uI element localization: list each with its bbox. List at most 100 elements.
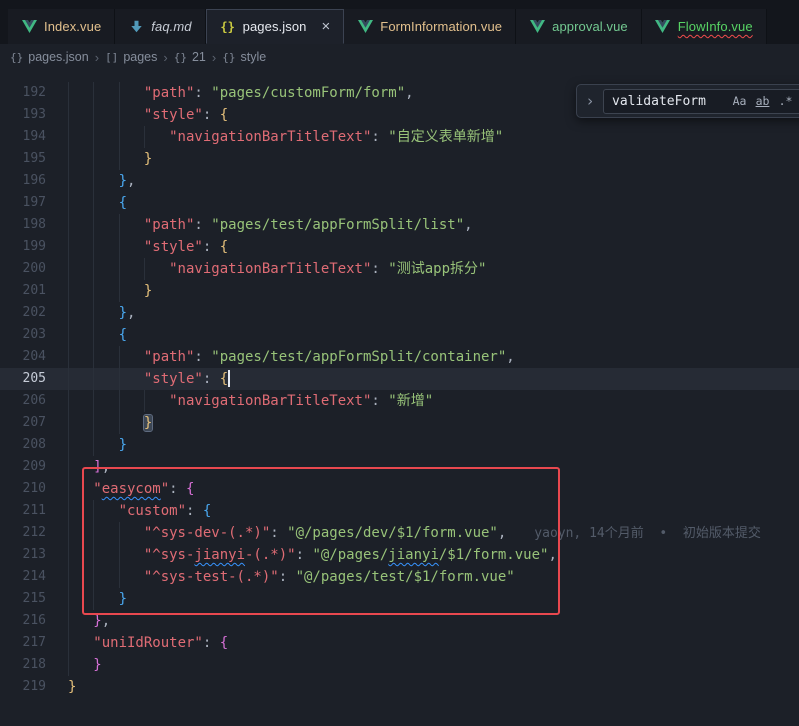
breadcrumb-item-pages-json[interactable]: {}pages.json xyxy=(10,50,89,64)
code-line-199[interactable]: 199"style": { xyxy=(0,236,799,258)
code-line-content[interactable]: "^sys-test-(.*)": "@/pages/test/$1/form.… xyxy=(46,566,515,588)
code-line-content[interactable]: } xyxy=(46,434,127,456)
code-line-218[interactable]: 218} xyxy=(0,654,799,676)
line-number[interactable]: 193 xyxy=(0,104,46,126)
code-line-208[interactable]: 208} xyxy=(0,434,799,456)
code-line-211[interactable]: 211"custom": { xyxy=(0,500,799,522)
code-line-content[interactable]: } xyxy=(46,280,152,302)
line-number[interactable]: 206 xyxy=(0,390,46,412)
tab-flowinfo-vue[interactable]: FlowInfo.vue xyxy=(642,9,767,44)
match-case-icon[interactable]: Aa xyxy=(728,91,751,111)
code-line-content[interactable]: "style": { xyxy=(46,368,230,390)
code-line-content[interactable]: "style": { xyxy=(46,104,228,126)
code-line-202[interactable]: 202}, xyxy=(0,302,799,324)
code-line-210[interactable]: 210"easycom": { xyxy=(0,478,799,500)
code-line-content[interactable]: "path": "pages/test/appFormSplit/list", xyxy=(46,214,473,236)
line-number[interactable]: 218 xyxy=(0,654,46,676)
code-line-217[interactable]: 217"uniIdRouter": { xyxy=(0,632,799,654)
line-number[interactable]: 196 xyxy=(0,170,46,192)
line-number[interactable]: 213 xyxy=(0,544,46,566)
line-number[interactable]: 216 xyxy=(0,610,46,632)
line-number[interactable]: 212 xyxy=(0,522,46,544)
code-line-209[interactable]: 209], xyxy=(0,456,799,478)
line-number[interactable]: 202 xyxy=(0,302,46,324)
code-line-213[interactable]: 213"^sys-jianyi-(.*)": "@/pages/jianyi/$… xyxy=(0,544,799,566)
code-line-196[interactable]: 196}, xyxy=(0,170,799,192)
code-line-195[interactable]: 195} xyxy=(0,148,799,170)
tab-forminformation-vue[interactable]: FormInformation.vue xyxy=(344,9,516,44)
line-number[interactable]: 205 xyxy=(0,368,46,390)
code-line-198[interactable]: 198"path": "pages/test/appFormSplit/list… xyxy=(0,214,799,236)
code-line-content[interactable]: "path": "pages/test/appFormSplit/contain… xyxy=(46,346,515,368)
code-line-content[interactable]: } xyxy=(46,588,127,610)
line-number[interactable]: 219 xyxy=(0,676,46,698)
line-number[interactable]: 200 xyxy=(0,258,46,280)
line-number[interactable]: 197 xyxy=(0,192,46,214)
code-line-content[interactable]: }, xyxy=(46,302,135,324)
breadcrumb-item-pages[interactable]: []pages xyxy=(105,50,157,64)
regex-icon[interactable]: .* xyxy=(774,91,797,111)
code-line-214[interactable]: 214"^sys-test-(.*)": "@/pages/test/$1/fo… xyxy=(0,566,799,588)
code-line-content[interactable]: } xyxy=(46,148,152,170)
close-icon[interactable]: × xyxy=(322,19,331,34)
code-line-content[interactable]: "uniIdRouter": { xyxy=(46,632,228,654)
code-line-content[interactable]: { xyxy=(46,192,127,214)
line-number[interactable]: 201 xyxy=(0,280,46,302)
code-line-content[interactable]: } xyxy=(46,654,102,676)
line-number[interactable]: 211 xyxy=(0,500,46,522)
code-line-194[interactable]: 194"navigationBarTitleText": "自定义表单新增" xyxy=(0,126,799,148)
code-line-203[interactable]: 203{ xyxy=(0,324,799,346)
find-expand-chevron[interactable]: › xyxy=(583,92,597,110)
code-line-content[interactable]: ], xyxy=(46,456,110,478)
code-line-219[interactable]: 219} xyxy=(0,676,799,698)
find-input[interactable] xyxy=(612,94,728,109)
line-number[interactable]: 207 xyxy=(0,412,46,434)
code-line-200[interactable]: 200"navigationBarTitleText": "测试app拆分" xyxy=(0,258,799,280)
code-line-215[interactable]: 215} xyxy=(0,588,799,610)
code-line-204[interactable]: 204"path": "pages/test/appFormSplit/cont… xyxy=(0,346,799,368)
line-number[interactable]: 208 xyxy=(0,434,46,456)
line-number[interactable]: 203 xyxy=(0,324,46,346)
code-line-206[interactable]: 206"navigationBarTitleText": "新增" xyxy=(0,390,799,412)
tab-faq-md[interactable]: faq.md xyxy=(115,9,205,44)
line-number[interactable]: 195 xyxy=(0,148,46,170)
breadcrumb-item-21[interactable]: {}21 xyxy=(174,50,206,64)
code-line-content[interactable]: "navigationBarTitleText": "测试app拆分" xyxy=(46,258,486,280)
line-number[interactable]: 209 xyxy=(0,456,46,478)
code-line-content[interactable]: "style": { xyxy=(46,236,228,258)
code-line-212[interactable]: 212"^sys-dev-(.*)": "@/pages/dev/$1/form… xyxy=(0,522,799,544)
line-number[interactable]: 214 xyxy=(0,566,46,588)
line-number[interactable]: 210 xyxy=(0,478,46,500)
code-line-content[interactable]: "^sys-jianyi-(.*)": "@/pages/jianyi/$1/f… xyxy=(46,544,557,566)
code-line-197[interactable]: 197{ xyxy=(0,192,799,214)
code-line-content[interactable]: "navigationBarTitleText": "自定义表单新增" xyxy=(46,126,503,148)
tab-approval-vue[interactable]: approval.vue xyxy=(516,9,642,44)
code-line-content[interactable]: } xyxy=(46,676,76,698)
code-line-content[interactable]: }, xyxy=(46,170,135,192)
code-line-201[interactable]: 201} xyxy=(0,280,799,302)
line-number[interactable]: 194 xyxy=(0,126,46,148)
code-line-content[interactable]: "path": "pages/customForm/form", xyxy=(46,82,414,104)
code-line-content[interactable]: { xyxy=(46,324,127,346)
tab-pages-json[interactable]: {}pages.json× xyxy=(206,9,345,44)
line-number[interactable]: 192 xyxy=(0,82,46,104)
editor[interactable]: 192"path": "pages/customForm/form",193"s… xyxy=(0,70,799,726)
tab-index-vue[interactable]: Index.vue xyxy=(8,9,115,44)
line-number[interactable]: 215 xyxy=(0,588,46,610)
code-line-216[interactable]: 216}, xyxy=(0,610,799,632)
code-line-content[interactable]: } xyxy=(46,412,152,434)
code-line-content[interactable]: "navigationBarTitleText": "新增" xyxy=(46,390,433,412)
code-area[interactable]: 192"path": "pages/customForm/form",193"s… xyxy=(0,70,799,698)
line-number[interactable]: 217 xyxy=(0,632,46,654)
code-line-content[interactable]: "easycom": { xyxy=(46,478,194,500)
code-line-content[interactable]: "^sys-dev-(.*)": "@/pages/dev/$1/form.vu… xyxy=(46,522,761,544)
code-line-205[interactable]: 205"style": { xyxy=(0,368,799,390)
code-line-content[interactable]: "custom": { xyxy=(46,500,211,522)
code-line-content[interactable]: }, xyxy=(46,610,110,632)
line-number[interactable]: 199 xyxy=(0,236,46,258)
line-number[interactable]: 204 xyxy=(0,346,46,368)
whole-word-icon[interactable]: ab xyxy=(751,91,774,111)
line-number[interactable]: 198 xyxy=(0,214,46,236)
breadcrumb-item-style[interactable]: {}style xyxy=(222,50,266,64)
code-line-207[interactable]: 207} xyxy=(0,412,799,434)
